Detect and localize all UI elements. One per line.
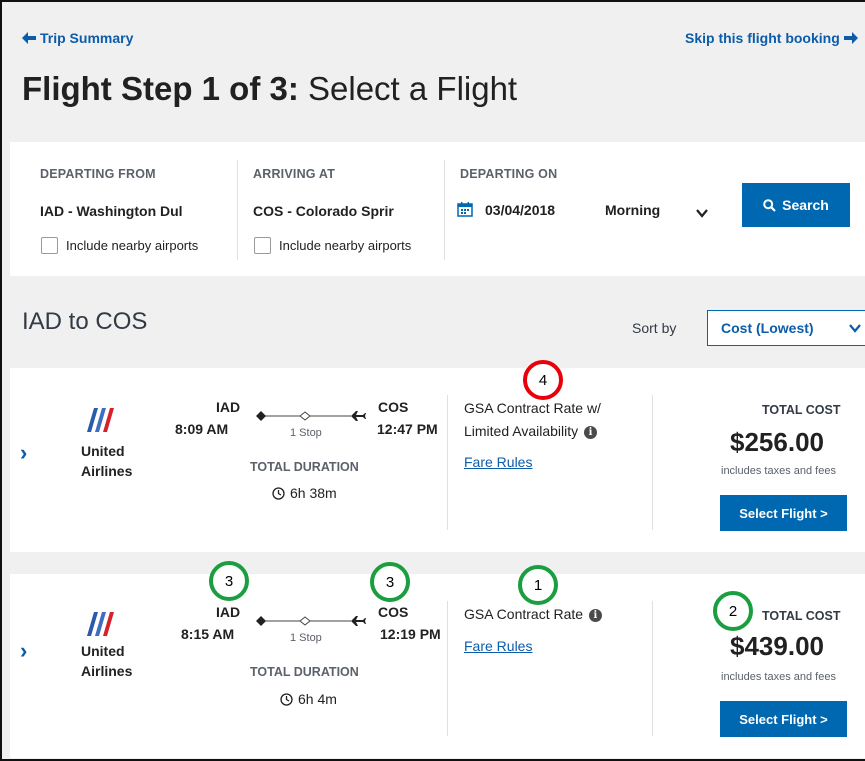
divider [447, 395, 448, 530]
search-panel: DEPARTING FROM IAD - Washington Dul Incl… [10, 142, 865, 276]
fare-type-line2-text: Limited Availability [464, 423, 579, 439]
destination-code: COS [378, 399, 409, 415]
airline-name-line1: United [81, 643, 125, 659]
fare-rules-link[interactable]: Fare Rules [464, 638, 532, 654]
sort-select-value: Cost (Lowest) [721, 320, 814, 336]
skip-flight-booking-label: Skip this flight booking [685, 30, 840, 46]
info-icon[interactable]: i [584, 425, 598, 439]
divider [447, 601, 448, 736]
fare-type: GSA Contract Rate w/ Limited Availabilit… [464, 397, 601, 443]
divider [652, 395, 653, 530]
origin-code: IAD [216, 399, 241, 415]
annotation-marker-1: 1 [518, 565, 558, 605]
united-airlines-logo [83, 612, 115, 641]
clock-icon [272, 486, 285, 500]
checkbox-box[interactable] [41, 237, 58, 254]
search-button-label: Search [782, 197, 829, 213]
arrive-time: 12:19 PM [380, 626, 441, 642]
duration-value: 6h 4m [298, 691, 337, 707]
annotation-marker-3-origin: 3 [209, 561, 249, 601]
stops-route-icon [255, 614, 367, 633]
price: $256.00 [730, 427, 824, 457]
annotation-marker-4: 4 [523, 360, 563, 400]
chevron-down-icon[interactable] [696, 205, 708, 223]
airline-name: United Airlines [81, 441, 132, 481]
fare-type-line1: GSA Contract Rate w/ [464, 400, 601, 416]
trip-summary-label: Trip Summary [40, 30, 134, 46]
stops-label: 1 Stop [290, 427, 322, 439]
duration: 6h 38m [272, 485, 337, 501]
sort-by-label: Sort by [632, 320, 677, 336]
stops-route-icon [255, 409, 367, 428]
price: $439.00 [730, 631, 824, 661]
airline-name-line2: Airlines [81, 663, 133, 679]
expand-chevron-icon[interactable]: › [20, 638, 27, 664]
annotation-marker-2: 2 [713, 591, 753, 631]
price-note: includes taxes and fees [721, 671, 836, 683]
arrow-right-icon [843, 32, 858, 44]
select-flight-button[interactable]: Select Flight > [720, 495, 847, 531]
arrive-time: 12:47 PM [377, 421, 438, 437]
depart-time: 8:15 AM [181, 626, 235, 642]
include-nearby-destination-checkbox[interactable]: Include nearby airports [254, 237, 411, 254]
divider [237, 160, 238, 260]
total-cost-label: TOTAL COST [762, 403, 841, 417]
page-title-step: Flight Step 1 of 3: [22, 70, 299, 107]
airline-name-line2: Airlines [81, 463, 133, 479]
stops-label: 1 Stop [290, 632, 322, 644]
total-cost-label: TOTAL COST [762, 609, 841, 623]
total-duration-label: TOTAL DURATION [250, 665, 359, 679]
skip-flight-booking-link[interactable]: Skip this flight booking [685, 30, 858, 46]
united-airlines-logo [83, 408, 115, 437]
origin-code: IAD [216, 604, 241, 620]
clock-icon [280, 692, 293, 706]
sort-select[interactable]: Cost (Lowest) [707, 310, 865, 346]
departing-from-input[interactable]: IAD - Washington Dul [40, 203, 183, 219]
departing-on-label: DEPARTING ON [460, 167, 558, 181]
arrow-left-icon [22, 32, 36, 44]
arriving-at-label: ARRIVING AT [253, 167, 336, 181]
price-note: includes taxes and fees [721, 465, 836, 477]
divider [444, 160, 445, 260]
fare-rules-link[interactable]: Fare Rules [464, 454, 532, 470]
include-nearby-destination-label: Include nearby airports [279, 238, 412, 253]
include-nearby-origin-checkbox[interactable]: Include nearby airports [41, 237, 198, 254]
flight-card: › United Airlines IAD 8:09 AM 1 Stop COS… [10, 368, 865, 552]
trip-summary-link[interactable]: Trip Summary [22, 30, 133, 46]
select-flight-button[interactable]: Select Flight > [720, 701, 847, 737]
route-title: IAD to COS [22, 308, 148, 335]
fare-type-line1: GSA Contract Rate [464, 606, 584, 622]
search-icon [763, 198, 776, 212]
info-icon[interactable]: i [588, 608, 602, 622]
airline-name: United Airlines [81, 641, 132, 681]
annotation-marker-3-destination: 3 [370, 562, 410, 602]
airline-name-line1: United [81, 443, 125, 459]
include-nearby-origin-label: Include nearby airports [66, 238, 199, 253]
checkbox-box[interactable] [254, 237, 271, 254]
duration: 6h 4m [280, 691, 337, 707]
duration-value: 6h 38m [290, 485, 337, 501]
calendar-icon[interactable] [457, 201, 473, 222]
departure-date-input[interactable]: 03/04/2018 [485, 202, 555, 218]
chevron-down-icon [849, 324, 861, 333]
time-of-day-select[interactable]: Morning [605, 202, 660, 218]
page-frame: Trip Summary Skip this flight booking Fl… [0, 0, 865, 761]
page-title: Flight Step 1 of 3: Select a Flight [22, 70, 517, 108]
depart-time: 8:09 AM [175, 421, 229, 437]
arriving-at-input[interactable]: COS - Colorado Sprir [253, 203, 394, 219]
departing-from-label: DEPARTING FROM [40, 167, 156, 181]
search-button[interactable]: Search [742, 183, 850, 227]
page-title-rest: Select a Flight [308, 70, 518, 107]
destination-code: COS [378, 604, 409, 620]
divider [652, 601, 653, 736]
expand-chevron-icon[interactable]: › [20, 440, 27, 466]
total-duration-label: TOTAL DURATION [250, 460, 359, 474]
fare-type-line2: Limited Availability i [464, 420, 601, 443]
fare-type: GSA Contract Rate i [464, 603, 602, 626]
